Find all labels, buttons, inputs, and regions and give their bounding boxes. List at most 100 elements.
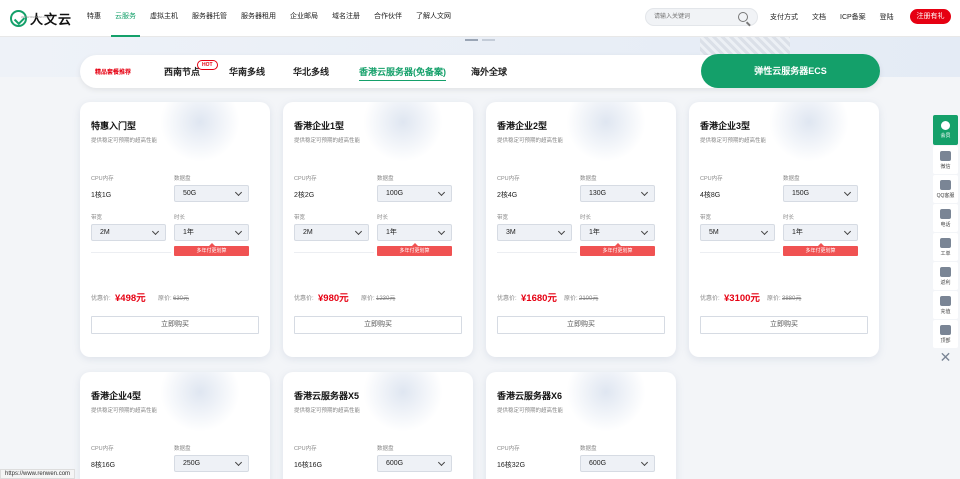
logo-subtext: WWW.RENWEN.COM bbox=[21, 15, 52, 19]
price-value: ¥980元 bbox=[318, 293, 349, 304]
top-icon bbox=[940, 324, 951, 335]
card-glow bbox=[160, 102, 240, 162]
bandwidth-select[interactable]: 2M bbox=[91, 224, 166, 241]
carousel-dots bbox=[465, 39, 499, 41]
sidebar-item-label: 顶部 bbox=[940, 337, 951, 344]
nav-item-colocation[interactable]: 服务器托管 bbox=[185, 0, 234, 37]
card-desc: 提供稳定可预期的超高性能 bbox=[91, 408, 158, 414]
disk-select[interactable]: 250G bbox=[174, 455, 249, 472]
duration-select[interactable]: 1年 bbox=[783, 224, 858, 241]
duration-select[interactable]: 1年 bbox=[377, 224, 452, 241]
tab-overseas[interactable]: 海外全球 bbox=[471, 65, 507, 78]
disk-label: 数据盘 bbox=[377, 446, 394, 452]
carousel-dot-2[interactable] bbox=[482, 39, 495, 41]
sidebar-item-4[interactable]: 工单 bbox=[933, 233, 958, 261]
ecs-button[interactable]: 弹性云服务器ECS bbox=[701, 54, 880, 88]
qq-icon bbox=[940, 179, 951, 190]
disk-select[interactable]: 600G bbox=[580, 455, 655, 472]
disk-label: 数据盘 bbox=[174, 446, 191, 452]
sidebar-item-label: 返利 bbox=[940, 279, 951, 286]
divider bbox=[700, 252, 780, 253]
bandwidth-label: 带宽 bbox=[497, 215, 509, 221]
hot-badge: HOT bbox=[197, 60, 218, 70]
nav-item-about[interactable]: 了解人文网 bbox=[409, 0, 458, 37]
sidebar-item-5[interactable]: 返利 bbox=[933, 262, 958, 290]
nav-item-partner[interactable]: 合作伙伴 bbox=[367, 0, 409, 37]
bandwidth-select[interactable]: 2M bbox=[294, 224, 369, 241]
tab-south-china[interactable]: 华南多线 bbox=[229, 65, 265, 78]
disk-label: 数据盘 bbox=[174, 176, 191, 182]
price-value: ¥3100元 bbox=[724, 293, 760, 304]
floating-sidebar: 会员 微信 QQ客服 电话 工单 返利 充值 顶部 ✕ bbox=[933, 115, 960, 366]
product-card: 香港云服务器X5 提供稳定可预期的超高性能 CPU内存 数据盘 16核16G 6… bbox=[283, 372, 473, 479]
card-desc: 提供稳定可预期的超高性能 bbox=[497, 408, 564, 414]
nav-item-email[interactable]: 企业邮局 bbox=[283, 0, 325, 37]
promo-tag: 多年付更划算 bbox=[783, 243, 858, 256]
bandwidth-label: 带宽 bbox=[294, 215, 306, 221]
tab-hongkong[interactable]: 香港云服务器(免备案) bbox=[359, 65, 446, 81]
cpu-value: 16核32G bbox=[497, 462, 526, 469]
sidebar-item-1[interactable]: 微信 bbox=[933, 146, 958, 174]
card-title: 香港企业2型 bbox=[497, 121, 548, 131]
duration-select[interactable]: 1年 bbox=[174, 224, 249, 241]
card-glow bbox=[160, 372, 240, 432]
buy-button[interactable]: 立即购买 bbox=[91, 316, 259, 334]
close-icon[interactable]: ✕ bbox=[933, 349, 958, 366]
sidebar-item-label: 工单 bbox=[940, 250, 951, 257]
nav-item-special[interactable]: 特惠 bbox=[80, 0, 108, 37]
price-value: ¥498元 bbox=[115, 293, 146, 304]
nav-item-vhost[interactable]: 虚拟主机 bbox=[143, 0, 185, 37]
link-payment[interactable]: 支付方式 bbox=[770, 12, 798, 22]
disk-select[interactable]: 100G bbox=[377, 185, 452, 202]
recharge-icon bbox=[940, 295, 951, 306]
cpu-label: CPU内存 bbox=[91, 446, 114, 452]
sidebar-item-2[interactable]: QQ客服 bbox=[933, 175, 958, 203]
disk-select[interactable]: 150G bbox=[783, 185, 858, 202]
card-title: 香港企业1型 bbox=[294, 121, 345, 131]
search-icon[interactable] bbox=[738, 12, 748, 22]
card-title: 特惠入门型 bbox=[91, 121, 137, 131]
orig-price: 1230元 bbox=[376, 296, 396, 302]
orig-label: 原价: bbox=[361, 296, 375, 302]
nav-item-cloud[interactable]: 云服务 bbox=[108, 0, 143, 37]
sidebar-item-3[interactable]: 电话 bbox=[933, 204, 958, 232]
buy-button[interactable]: 立即购买 bbox=[700, 316, 868, 334]
search-input[interactable] bbox=[654, 12, 734, 22]
wechat-icon bbox=[940, 150, 951, 161]
product-card: 香港云服务器X6 提供稳定可预期的超高性能 CPU内存 数据盘 16核32G 6… bbox=[486, 372, 676, 479]
cpu-value: 16核16G bbox=[294, 462, 323, 469]
cpu-label: CPU内存 bbox=[497, 446, 520, 452]
link-docs[interactable]: 文档 bbox=[812, 12, 826, 22]
buy-button[interactable]: 立即购买 bbox=[497, 316, 665, 334]
disk-select[interactable]: 600G bbox=[377, 455, 452, 472]
disk-select[interactable]: 130G bbox=[580, 185, 655, 202]
nav-item-domain[interactable]: 域名注册 bbox=[325, 0, 367, 37]
carousel-dot-1[interactable] bbox=[465, 39, 478, 41]
bandwidth-select[interactable]: 5M bbox=[700, 224, 775, 241]
disk-select[interactable]: 50G bbox=[174, 185, 249, 202]
promo-tag: 多年付更划算 bbox=[580, 243, 655, 256]
duration-select[interactable]: 1年 bbox=[580, 224, 655, 241]
disk-label: 数据盘 bbox=[783, 176, 800, 182]
tab-north-china[interactable]: 华北多线 bbox=[293, 65, 329, 78]
cpu-label: CPU内存 bbox=[91, 176, 114, 182]
sidebar-item-7[interactable]: 顶部 bbox=[933, 320, 958, 348]
card-desc: 提供稳定可预期的超高性能 bbox=[294, 408, 361, 414]
link-login[interactable]: 登陆 bbox=[880, 12, 894, 22]
card-desc: 提供稳定可预期的超高性能 bbox=[294, 138, 361, 144]
card-glow bbox=[769, 102, 849, 162]
cpu-value: 2核2G bbox=[294, 192, 315, 199]
buy-button[interactable]: 立即购买 bbox=[294, 316, 462, 334]
cpu-value: 4核8G bbox=[700, 192, 721, 199]
tab-southwest[interactable]: 西南节点 bbox=[164, 65, 200, 78]
bandwidth-select[interactable]: 3M bbox=[497, 224, 572, 241]
link-icp[interactable]: ICP备案 bbox=[840, 12, 866, 22]
disk-label: 数据盘 bbox=[580, 446, 597, 452]
orig-label: 原价: bbox=[767, 296, 781, 302]
bandwidth-label: 带宽 bbox=[91, 215, 103, 221]
nav-item-server-rental[interactable]: 服务器租用 bbox=[234, 0, 283, 37]
sidebar-item-6[interactable]: 充值 bbox=[933, 291, 958, 319]
sidebar-item-0[interactable]: 会员 bbox=[933, 115, 958, 145]
site-header: 人文云 WWW.RENWEN.COM 特惠 云服务 虚拟主机 服务器托管 服务器… bbox=[0, 0, 960, 37]
register-button[interactable]: 注册有礼 bbox=[910, 9, 951, 24]
